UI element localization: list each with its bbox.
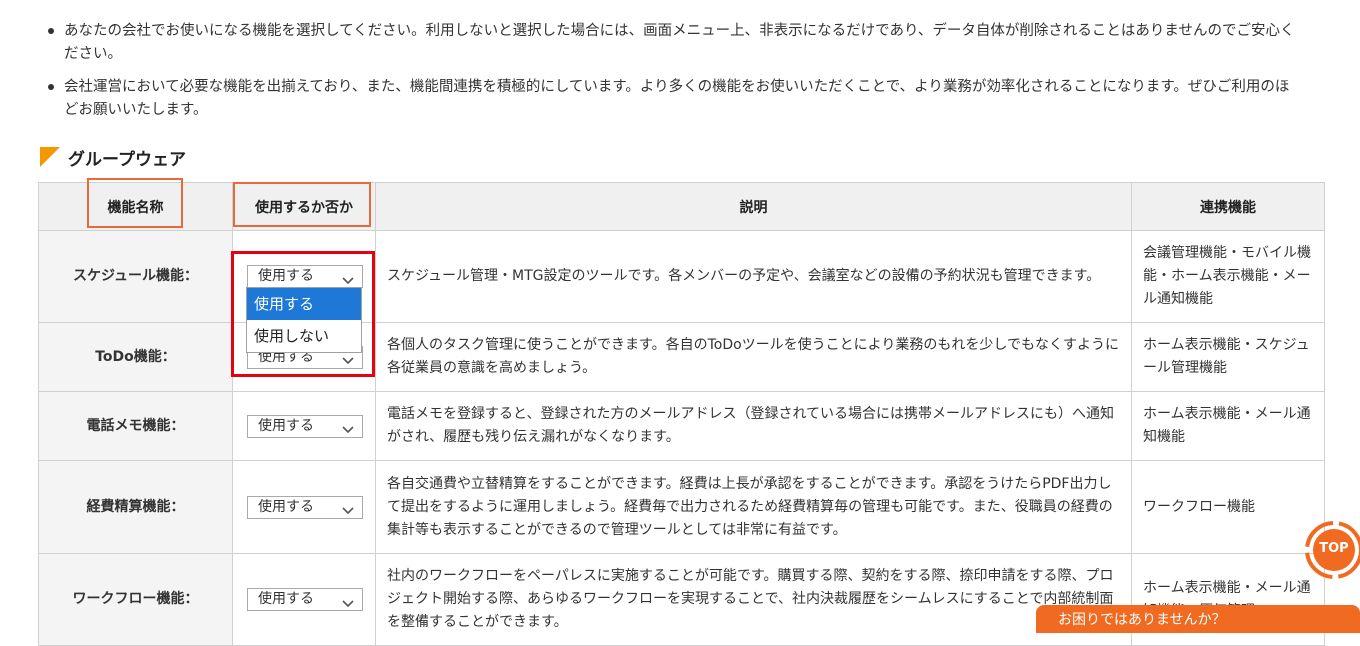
header-desc: 説明	[375, 182, 1132, 231]
use-select[interactable]: 使用する	[247, 414, 363, 438]
use-dropdown-list: 使用する 使用しない	[246, 287, 362, 353]
feature-description: 各個人のタスク管理に使うことができます。各自のToDoツールを使うことにより業務…	[375, 322, 1132, 392]
dropdown-option-not-use[interactable]: 使用しない	[247, 320, 361, 352]
chevron-down-icon	[342, 420, 354, 434]
table-row: 経費精算機能： 使用する 各自交通費や立替精算をすることができます。経費は上長が…	[38, 460, 1325, 554]
notes-list: あなたの会社でお使いになる機能を選択してください。利用しないと選択した場合には、…	[48, 20, 1298, 132]
note-item: あなたの会社でお使いになる機能を選択してください。利用しないと選択した場合には、…	[48, 20, 1298, 66]
table-row: 電話メモ機能： 使用する 電話メモを登録すると、登録された方のメールアドレス（登…	[38, 391, 1325, 461]
use-select-value: 使用する	[258, 591, 314, 607]
feature-description: 社内のワークフローをペーパレスに実施することが可能です。購買する際、契約をする際…	[375, 553, 1132, 646]
feature-description: スケジュール管理・MTG設定のツールです。各メンバーの予定や、会議室などの設備の…	[375, 230, 1132, 323]
feature-name: ワークフロー機能：	[38, 553, 233, 646]
feature-name: ToDo機能：	[38, 322, 233, 392]
top-label: TOP	[1319, 541, 1349, 556]
use-cell: 使用する	[232, 460, 376, 554]
section-title: グループウェア	[68, 149, 186, 170]
feature-name: スケジュール機能：	[38, 230, 233, 323]
table-header-row: 機能名称 使用するか否か 説明 連携機能	[38, 182, 1325, 231]
feature-links: 会議管理機能・モバイル機能・ホーム表示機能・メール通知機能	[1131, 230, 1325, 323]
feature-name: 経費精算機能：	[38, 460, 233, 554]
feature-links: ワークフロー機能	[1131, 460, 1325, 554]
use-select-value: 使用する	[258, 417, 314, 434]
back-to-top-button[interactable]: TOP	[1301, 518, 1360, 580]
triangle-flag-icon	[40, 146, 62, 168]
dropdown-option-use[interactable]: 使用する	[247, 288, 361, 320]
note-text: あなたの会社でお使いになる機能を選択してください。利用しないと選択した場合には、…	[64, 23, 1295, 62]
bullet-icon	[48, 84, 54, 90]
section-heading: グループウェア	[40, 144, 186, 170]
note-item: 会社運営において必要な機能を出揃えており、また、機能間連携を積極的にしています。…	[48, 76, 1298, 122]
highlight-use-header	[233, 182, 371, 227]
note-text: 会社運営において必要な機能を出揃えており、また、機能間連携を積極的にしています。…	[64, 79, 1290, 118]
feature-description: 各自交通費や立替精算をすることができます。経費は上長が承認をすることができます。…	[375, 460, 1132, 554]
highlight-name-header	[87, 178, 183, 228]
feature-links: ホーム表示機能・スケジュール管理機能	[1131, 322, 1325, 392]
chevron-down-icon	[342, 501, 354, 515]
use-select-value: 使用する	[258, 498, 314, 515]
header-links: 連携機能	[1131, 182, 1325, 231]
use-cell: 使用する	[232, 391, 376, 461]
use-select[interactable]: 使用する	[247, 588, 363, 611]
use-cell: 使用する	[232, 553, 376, 646]
chevron-down-icon	[342, 594, 354, 607]
feature-name: 電話メモ機能：	[38, 391, 233, 461]
bullet-icon	[48, 28, 54, 34]
help-chat-bar[interactable]: お困りではありませんか？	[1036, 605, 1360, 633]
use-select[interactable]: 使用する	[247, 495, 363, 519]
feature-description: 電話メモを登録すると、登録された方のメールアドレス（登録されている場合には携帯メ…	[375, 391, 1132, 461]
feature-links: ホーム表示機能・メール通知機能	[1131, 391, 1325, 461]
